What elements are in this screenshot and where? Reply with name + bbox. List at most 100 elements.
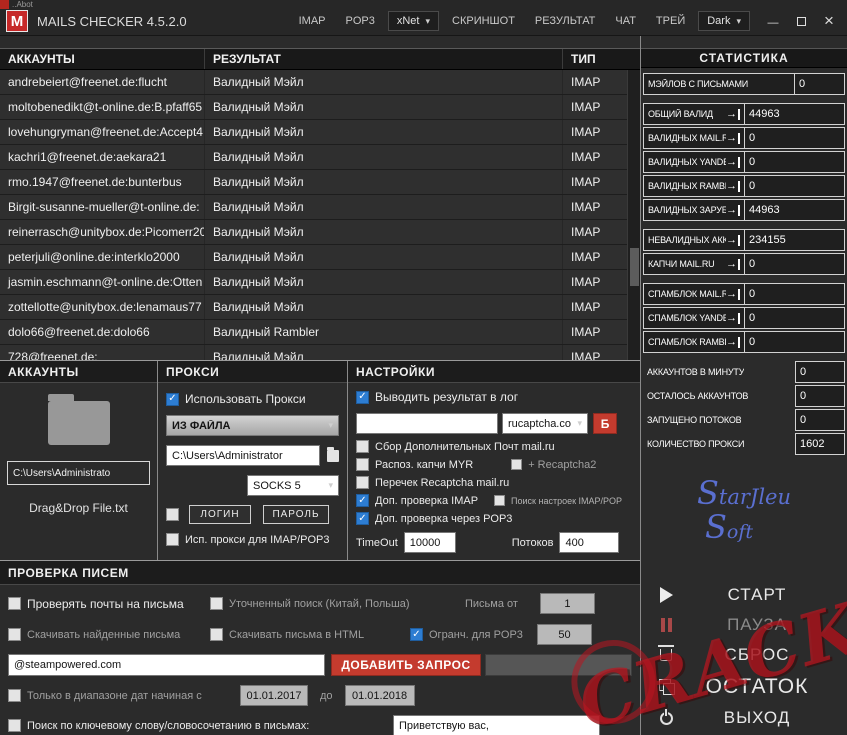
cell-account: moltobenedikt@t-online.de:B.pfaff65 [0,95,205,119]
export-arrow-icon[interactable] [726,312,740,324]
intercept-recaptcha-checkbox[interactable] [356,476,369,489]
captcha-key-input[interactable] [356,413,498,434]
download-found-checkbox[interactable] [8,628,21,641]
letters-from-input[interactable] [539,593,595,614]
minimize-button[interactable] [759,9,787,33]
download-html-checkbox[interactable] [210,628,223,641]
log-output-checkbox[interactable] [356,390,369,404]
stat-row: НЕВАЛИДНЫХ АККАУНТОВ 234155 [643,229,845,251]
collect-extra-mail-checkbox[interactable] [356,440,369,453]
imap-check-checkbox[interactable] [356,494,369,507]
keyword-input[interactable] [393,715,600,735]
browse-folder-icon[interactable] [327,446,339,462]
maximize-button[interactable] [787,9,815,33]
theme-label: Dark [707,15,731,27]
recaptcha2-checkbox[interactable] [511,459,523,470]
column-header-accounts[interactable]: АККАУНТЫ [0,49,205,69]
cell-result: Валидный Мэйл [205,170,563,194]
maximize-icon [796,16,806,26]
use-proxy-checkbox[interactable] [166,392,179,406]
menu-xnet-dropdown[interactable]: xNet [387,11,440,31]
folder-icon[interactable] [47,394,110,445]
stat-label-box: ОБЩИЙ ВАЛИД [643,103,745,125]
table-row[interactable]: zottellotte@unitybox.de:lenamaus77 Валид… [0,295,627,320]
stat-value: 44963 [745,103,845,125]
table-row[interactable]: peterjuli@online.de:interklo2000 Валидны… [0,245,627,270]
check-mail-checkbox[interactable] [8,597,21,610]
table-row[interactable]: Birgit-susanne-mueller@t-online.de: Вали… [0,195,627,220]
balance-button[interactable]: Б [593,413,617,434]
proxy-auth-checkbox[interactable] [166,508,179,521]
date-from-input[interactable] [240,685,308,706]
table-scrollbar[interactable] [627,70,640,360]
pause-button[interactable]: ПАУЗА [641,610,847,640]
stat-row: КАПЧИ MAIL.RU 0 [643,253,845,275]
add-query-button[interactable]: ДОБАВИТЬ ЗАПРОС [331,654,481,676]
refined-search-checkbox[interactable] [210,597,223,610]
menu-screenshot[interactable]: СКРИНШОТ [442,11,525,31]
recaptcha2-label: + Recaptcha2 [528,458,597,471]
export-arrow-icon[interactable] [726,336,740,348]
stat-row: ВАЛИДНЫХ RAMBLER.RU 0 [643,175,845,197]
cell-account: kachri1@freenet.de:aekara21 [0,145,205,169]
table-row[interactable]: 728@freenet.de: Валидный Мэйл IMAP [0,345,627,360]
proxy-source-dropdown[interactable]: ИЗ ФАЙЛА [166,415,339,436]
login-button[interactable]: ЛОГИН [189,505,251,524]
captcha-service-dropdown[interactable]: rucaptcha.co [502,413,588,434]
menu-result[interactable]: РЕЗУЛЬТАТ [525,11,605,31]
cell-type: IMAP [571,150,601,164]
pop3-limit-checkbox[interactable] [410,628,423,641]
export-arrow-icon[interactable] [726,156,740,168]
column-header-type[interactable]: ТИП [563,49,640,69]
menu-pop3[interactable]: POP3 [336,11,385,31]
start-button[interactable]: СТАРТ [641,580,847,610]
export-arrow-icon[interactable] [726,234,740,246]
check-mail-label: Проверять почты на письма [27,596,184,611]
keyword-search-checkbox[interactable] [8,719,21,732]
scrollbar-thumb[interactable] [630,248,639,286]
export-arrow-icon[interactable] [726,204,740,216]
password-button[interactable]: ПАРОЛЬ [263,505,329,524]
table-row[interactable]: andrebeiert@freenet.de:flucht Валидный М… [0,70,627,95]
proxy-type-dropdown[interactable]: SOCKS 5 [247,475,339,496]
export-arrow-icon[interactable] [726,180,740,192]
imap-settings-search-checkbox[interactable] [494,495,506,506]
table-row[interactable]: jasmin.eschmann@t-online.de:Otten Валидн… [0,270,627,295]
stat-row: ОСТАЛОСЬ АККАУНТОВ 0 [643,385,845,407]
results-table: АККАУНТЫ РЕЗУЛЬТАТ ТИП andrebeiert@freen… [0,48,640,360]
export-arrow-icon[interactable] [726,108,740,120]
menu-chat[interactable]: ЧАТ [605,11,646,31]
proxy-file-input[interactable] [166,445,320,466]
export-arrow-icon[interactable] [726,288,740,300]
export-arrow-icon[interactable] [726,258,740,270]
menu-tray[interactable]: ТРЕЙ [646,11,695,31]
query-input[interactable] [8,654,325,676]
exit-button[interactable]: ВЫХОД [641,703,847,733]
threads-input[interactable] [559,532,620,553]
menu-imap[interactable]: IMAP [289,11,336,31]
rest-button[interactable]: ОСТАТОК [641,670,847,703]
stat-value: 0 [745,127,845,149]
pop3-limit-input[interactable] [537,624,592,645]
reset-button[interactable]: СБРОС [641,640,847,670]
pop3-check-checkbox[interactable] [356,512,369,525]
table-row[interactable]: moltobenedikt@t-online.de:B.pfaff65 Вали… [0,95,627,120]
date-to-input[interactable] [344,685,415,706]
recognize-captcha-checkbox[interactable] [356,458,369,471]
table-row[interactable]: kachri1@freenet.de:aekara21 Валидный Мэй… [0,145,627,170]
table-row[interactable]: rmo.1947@freenet.de:bunterbus Валидный М… [0,170,627,195]
accounts-file-path[interactable]: C:\Users\Administrato [7,461,150,485]
proxy-for-imap-pop3-checkbox[interactable] [166,533,179,546]
brand-line2: Soft [704,507,754,546]
column-header-result[interactable]: РЕЗУЛЬТАТ [205,49,563,69]
timeout-input[interactable] [403,532,456,553]
pop3-check-label: Доп. проверка через POP3 [375,512,513,525]
table-row[interactable]: dolo66@freenet.de:dolo66 Валидный Ramble… [0,320,627,345]
export-arrow-icon[interactable] [726,132,740,144]
table-row[interactable]: lovehungryman@freenet.de:Accept4 Валидны… [0,120,627,145]
date-range-checkbox[interactable] [8,689,21,702]
stat-value: 0 [745,283,845,305]
close-button[interactable] [815,9,843,33]
theme-dropdown[interactable]: Dark [698,11,750,31]
table-row[interactable]: reinerrasch@unitybox.de:Picomerr20 Валид… [0,220,627,245]
